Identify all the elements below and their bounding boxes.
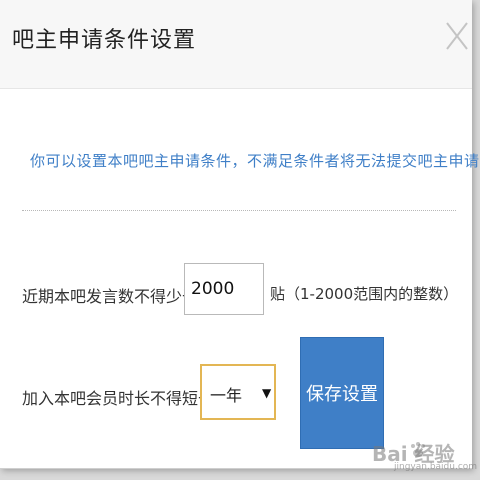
membership-duration-label: 加入本吧会员时长不得短于 xyxy=(22,389,215,408)
close-button[interactable] xyxy=(444,20,470,52)
close-icon xyxy=(446,22,468,50)
dialog-header: 吧主申请条件设置 xyxy=(0,0,472,89)
notice-text: 你可以设置本吧吧主申请条件，不满足条件者将无法提交吧主申请 xyxy=(30,152,480,170)
settings-dialog: 吧主申请条件设置 你可以设置本吧吧主申请条件，不满足条件者将无法提交吧主申请 近… xyxy=(0,0,479,469)
dropdown-arrow-icon: ▼ xyxy=(262,386,272,400)
post-count-label: 近期本吧发言数不得少于 xyxy=(22,287,199,306)
divider xyxy=(22,210,456,211)
membership-duration-select[interactable]: 一年 ▼ xyxy=(200,364,276,420)
save-settings-button[interactable]: 保存设置 xyxy=(300,337,384,449)
duration-selected-value: 一年 xyxy=(210,386,243,405)
post-count-suffix: 贴（1-2000范围内的整数） xyxy=(270,285,459,303)
baidu-watermark: Bai 经验 jingyan.baidu.com xyxy=(364,436,477,476)
watermark-url: jingyan.baidu.com xyxy=(394,462,478,472)
post-count-input[interactable] xyxy=(184,263,264,315)
dialog-title: 吧主申请条件设置 xyxy=(12,28,197,53)
